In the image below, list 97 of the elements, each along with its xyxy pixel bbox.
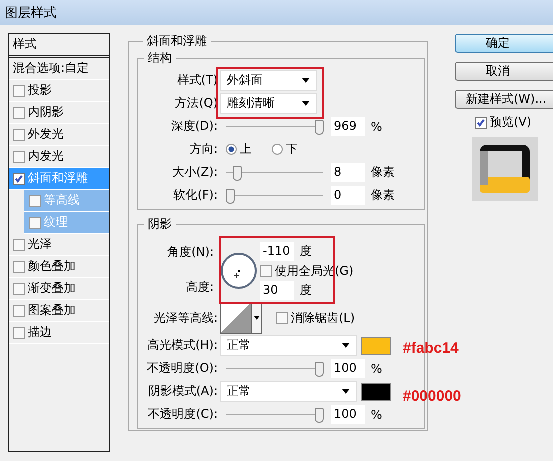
unit-label: 度 [300,282,312,299]
field-label: 不透明度(C): [147,406,219,423]
caret-icon [302,101,310,106]
style-item-label: 描边 [28,324,52,341]
style-item[interactable]: 投影 [9,80,109,102]
radio-label: 上 [240,141,252,158]
checkbox[interactable] [13,150,25,162]
contour-picker[interactable] [220,302,262,334]
caret-icon [302,78,310,83]
style-item[interactable]: 外发光 [9,124,109,146]
value-field[interactable]: -110 [260,242,294,261]
dropdown[interactable]: 雕刻清晰 [220,93,317,114]
style-item-label: 颜色叠加 [28,258,76,275]
checkbox[interactable] [260,265,272,277]
checkbox[interactable] [29,194,41,206]
style-item[interactable]: 渐变叠加 [9,278,109,300]
slider-thumb[interactable] [226,188,235,204]
dialog-button[interactable]: 取消 [455,62,553,81]
dialog-button[interactable]: 新建样式(W)... [455,90,553,109]
field-label: 不透明度(O): [146,360,219,377]
unit-label: 像素 [371,187,395,204]
sub-style-label: 纹理 [44,214,68,231]
value-field[interactable]: 100 [331,359,365,378]
checkbox[interactable] [13,304,25,316]
radio-button[interactable] [226,144,237,155]
checkbox[interactable] [13,172,25,184]
checkbox-label: 消除锯齿(L) [291,310,356,326]
unit-label: % [371,120,382,134]
field-label: 高度: [186,279,214,296]
field-label: 深度(D): [170,118,219,135]
style-item[interactable]: 描边 [9,322,109,344]
radio-label: 下 [286,141,298,158]
field-label: 阴影模式(A): [147,383,219,400]
checkbox[interactable] [13,326,25,338]
color-swatch[interactable] [361,336,391,354]
dropdown[interactable]: 外斜面 [220,70,317,91]
angle-dial[interactable] [220,252,258,290]
dialog-button[interactable]: 确定 [455,34,553,53]
checkbox[interactable] [276,312,288,324]
checkbox[interactable] [29,216,41,228]
unit-label: 度 [300,243,312,260]
style-item[interactable]: 内阴影 [9,102,109,124]
checkbox[interactable] [475,116,487,128]
list-header: 样式 [9,34,109,58]
style-item-label: 斜面和浮雕 [28,170,88,187]
unit-label: % [371,362,382,376]
contour-curve-icon [221,303,251,333]
sub-style-label: 等高线 [44,192,80,209]
field-label: 软化(F): [172,187,219,204]
field-label: 高光模式(H): [146,337,219,354]
color-swatch[interactable] [361,382,391,400]
field-label: 方向: [188,141,219,158]
checkbox-label: 预览(V) [490,114,532,131]
group-title: 结构 [147,50,173,67]
slider-thumb[interactable] [315,120,324,134]
window-title: 图层样式 [5,4,57,22]
caret-icon [342,343,350,348]
checkbox[interactable] [13,84,25,96]
style-item-label: 投影 [28,82,52,99]
blending-options-item[interactable]: 混合选项:自定 [9,58,109,80]
caret-icon [254,316,260,320]
style-item-label: 内阴影 [28,104,64,121]
style-item[interactable]: 颜色叠加 [9,256,109,278]
value-field[interactable]: 100 [331,405,365,424]
style-item-label: 内发光 [28,148,64,165]
value-field[interactable]: 0 [331,186,365,205]
field-label: 光泽等高线: [152,310,219,326]
field-label: 角度(N): [168,244,214,261]
style-item-label: 光泽 [28,236,52,253]
panel-title: 斜面和浮雕 [146,33,208,50]
annotation-text: #000000 [403,388,462,405]
dropdown[interactable]: 正常 [220,381,357,402]
style-item[interactable]: 光泽 [9,234,109,256]
radio-button[interactable] [272,144,283,155]
value-field[interactable]: 969 [331,117,365,136]
checkbox[interactable] [13,238,25,250]
annotation-text: #fabc14 [403,340,459,357]
style-item-label: 渐变叠加 [28,280,76,297]
checkbox[interactable] [13,106,25,118]
group-title: 阴影 [147,216,173,233]
field-label: 大小(Z): [171,164,219,181]
style-item-label: 图案叠加 [28,302,76,319]
caret-icon [342,389,350,394]
unit-label: 像素 [371,164,395,181]
style-item[interactable]: 图案叠加 [9,300,109,322]
slider-thumb[interactable] [233,166,242,180]
value-field[interactable]: 30 [260,281,294,300]
style-item-label: 外发光 [28,126,64,143]
slider-thumb[interactable] [315,408,324,422]
dropdown[interactable]: 正常 [220,335,357,356]
checkbox[interactable] [13,260,25,272]
slider-thumb[interactable] [315,362,324,376]
value-field[interactable]: 8 [331,163,365,182]
checkbox[interactable] [13,282,25,294]
style-preview-drawing [472,137,538,201]
checkbox[interactable] [13,128,25,140]
unit-label: % [371,408,382,422]
